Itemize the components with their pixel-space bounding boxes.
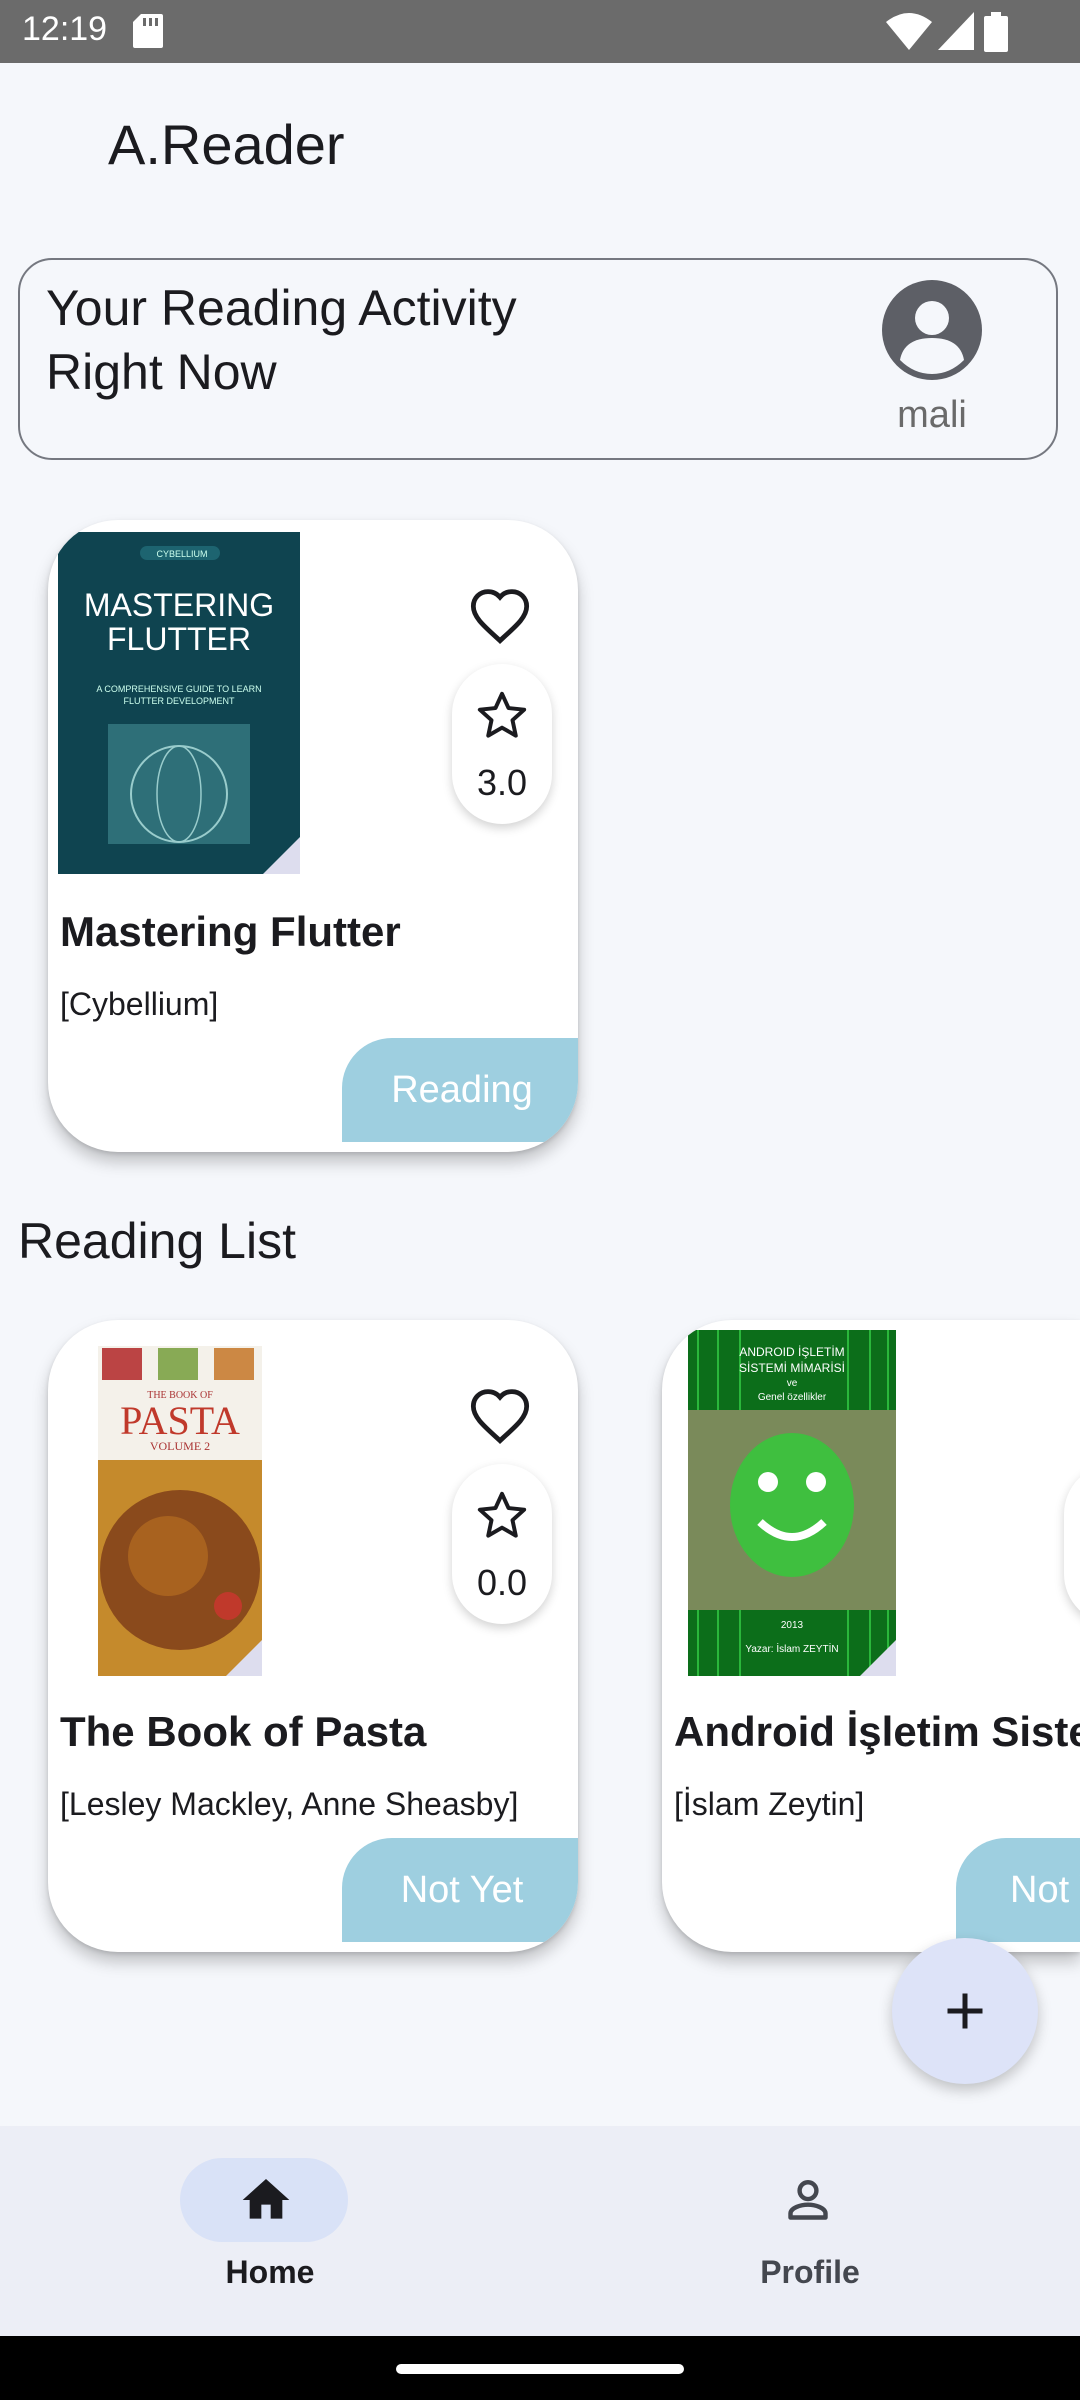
book-cover: THE BOOK OF PASTA VOLUME 2 <box>98 1346 262 1676</box>
cover-title-line1: MASTERING <box>84 587 274 623</box>
book-author: [Cybellium] <box>60 986 219 1022</box>
cover-top-label: CYBELLIUM <box>156 549 207 559</box>
rating-value: 3.0 <box>476 762 528 803</box>
star-icon <box>477 691 527 738</box>
gesture-navigation-area <box>0 2336 1080 2400</box>
not-yet-status-button[interactable]: Not Yet <box>342 1838 578 1942</box>
rating-value: 0.0 <box>476 1562 528 1603</box>
not-yet-status-button[interactable]: Not Yet <box>956 1838 1080 1942</box>
cover-subtitle2: FLUTTER DEVELOPMENT <box>123 696 235 706</box>
nav-item-home[interactable]: Home <box>0 2126 540 2336</box>
book-author: [İslam Zeytin] <box>674 1786 865 1822</box>
book-cover: ANDROID İŞLETİM SİSTEMİ MİMARİSİ ve Gene… <box>688 1330 896 1676</box>
avatar-icon[interactable] <box>882 280 982 380</box>
nav-label-profile: Profile <box>760 2254 860 2290</box>
person-icon <box>788 2180 828 2220</box>
cover-line4: Genel özellikler <box>758 1392 827 1403</box>
favorite-heart-icon[interactable] <box>468 586 532 650</box>
cover-subtitle1: A COMPREHENSIVE GUIDE TO LEARN <box>96 684 261 694</box>
book-cover: CYBELLIUM MASTERING FLUTTER A COMPREHENS… <box>58 532 300 874</box>
star-icon <box>477 1491 527 1538</box>
reading-list-title: Reading List <box>18 1213 296 1269</box>
book-title: Mastering Flutter <box>60 908 401 955</box>
battery-icon <box>984 12 1008 52</box>
sd-card-icon <box>133 14 163 48</box>
cover-title-line2: FLUTTER <box>107 621 251 657</box>
rating-badge[interactable] <box>1064 1464 1080 1624</box>
activity-heading: Your Reading Activity Right Now <box>46 280 517 400</box>
book-author: [Lesley Mackley, Anne Sheasby] <box>60 1786 519 1822</box>
cover-year: 2013 <box>781 1620 804 1631</box>
cover-line1: ANDROID İŞLETİM <box>739 1345 844 1359</box>
rating-badge[interactable]: 3.0 <box>452 664 552 824</box>
gesture-handle[interactable] <box>396 2364 684 2374</box>
bottom-navigation: Home Profile <box>0 2126 1080 2336</box>
book-card[interactable]: ANDROID İŞLETİM SİSTEMİ MİMARİSİ ve Gene… <box>662 1320 1080 1952</box>
cover-title: PASTA <box>120 1398 240 1443</box>
app-title: A.Reader <box>108 113 345 176</box>
cover-line3: ve <box>787 1378 798 1389</box>
reading-activity-card[interactable]: Your Reading Activity Right Now mali <box>18 258 1058 460</box>
plus-icon <box>947 1993 983 2029</box>
favorite-heart-icon[interactable] <box>468 1386 532 1450</box>
book-card[interactable]: CYBELLIUM MASTERING FLUTTER A COMPREHENS… <box>48 520 578 1152</box>
rating-badge[interactable]: 0.0 <box>452 1464 552 1624</box>
signal-icon <box>938 12 974 50</box>
cover-volume: VOLUME 2 <box>150 1439 210 1453</box>
book-card[interactable]: THE BOOK OF PASTA VOLUME 2 0.0 The Book … <box>48 1320 578 1952</box>
home-icon <box>242 2179 290 2219</box>
add-book-button[interactable] <box>892 1938 1038 2084</box>
cover-author-line: Yazar: İslam ZEYTİN <box>745 1642 838 1655</box>
cover-line2: SİSTEMİ MİMARİSİ <box>739 1361 845 1375</box>
user-name: mali <box>897 394 967 436</box>
status-time: 12:19 <box>22 10 108 48</box>
status-bar: 12:19 <box>0 0 1080 63</box>
nav-item-profile[interactable]: Profile <box>540 2126 1080 2336</box>
book-title: The Book of Pasta <box>60 1708 427 1755</box>
nav-label-home: Home <box>225 2254 315 2290</box>
reading-status-button[interactable]: Reading <box>342 1038 578 1142</box>
book-title: Android İşletim Sistemi Mimarisi <box>674 1708 1080 1755</box>
wifi-icon <box>886 13 932 50</box>
